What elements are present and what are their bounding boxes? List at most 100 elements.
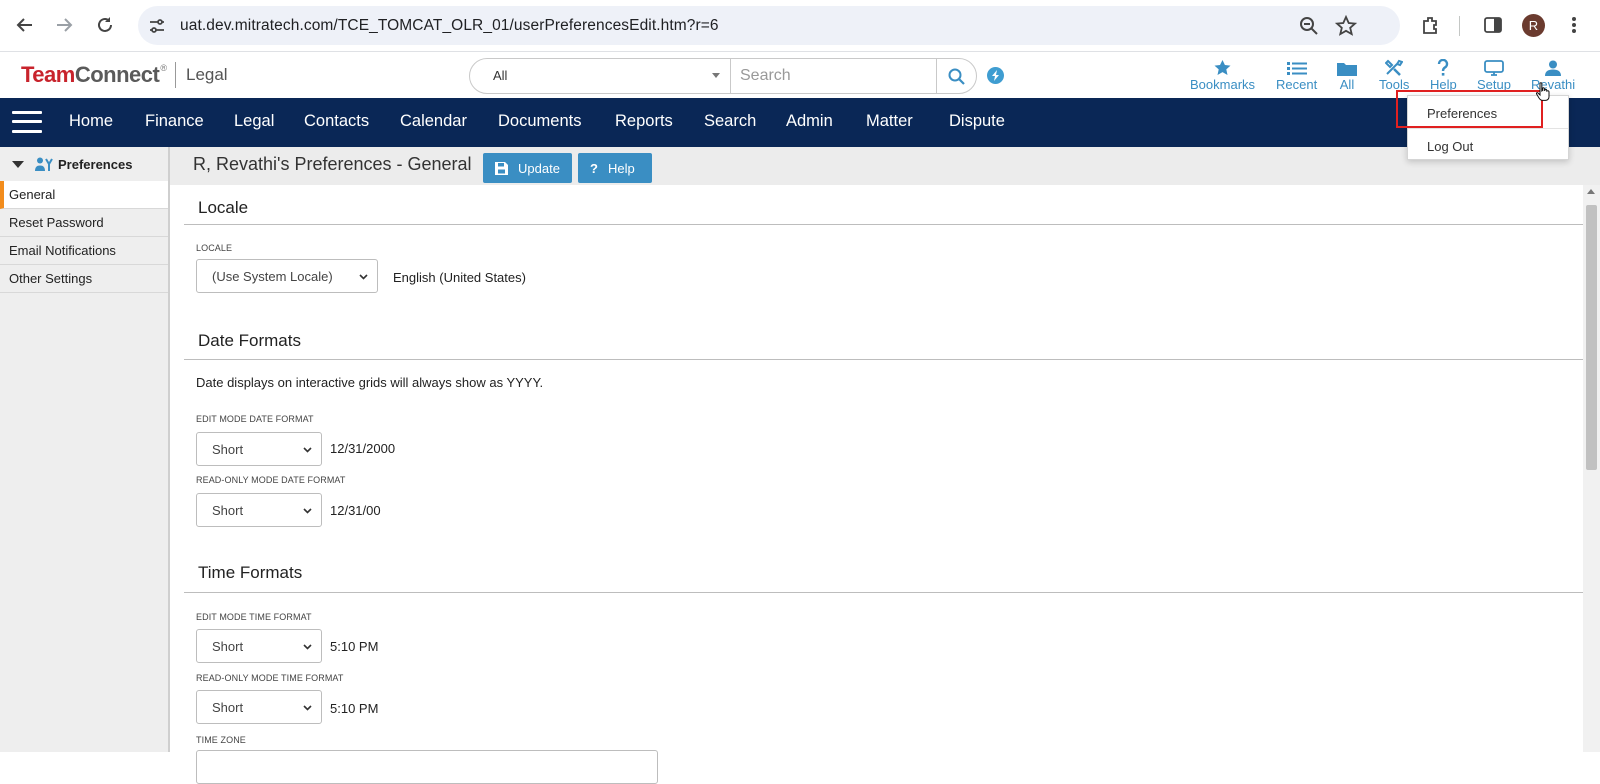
edit-date-format-value: Short xyxy=(212,442,244,457)
tools-icon xyxy=(1385,59,1404,76)
main-navbar: Home Finance Legal Contacts Calendar Doc… xyxy=(0,98,1600,147)
nav-finance[interactable]: Finance xyxy=(145,112,204,131)
tools-menu[interactable]: Tools xyxy=(1379,58,1409,92)
readonly-time-format-value: Short xyxy=(212,700,244,715)
recent-menu[interactable]: Recent xyxy=(1276,58,1317,92)
chevron-down-icon xyxy=(303,644,312,650)
locale-label: LOCALE xyxy=(196,243,233,253)
time-zone-select[interactable] xyxy=(196,750,658,784)
time-zone-label: TIME ZONE xyxy=(196,735,246,745)
edit-date-format-select[interactable]: Short xyxy=(196,432,322,466)
page-title-bar: R, Revathi's Preferences - General Updat… xyxy=(170,147,1600,185)
site-info-icon[interactable] xyxy=(147,16,167,36)
nav-contacts[interactable]: Contacts xyxy=(304,112,369,131)
highlight-box xyxy=(1396,90,1543,128)
logo-product-text: Legal xyxy=(185,65,228,84)
nav-calendar[interactable]: Calendar xyxy=(400,112,467,131)
forward-button[interactable] xyxy=(51,12,77,38)
nav-search[interactable]: Search xyxy=(704,112,756,131)
chevron-down-icon xyxy=(359,274,368,280)
bookmarks-menu[interactable]: Bookmarks xyxy=(1190,58,1255,92)
page-title: R, Revathi's Preferences - General xyxy=(193,154,472,174)
nav-reports[interactable]: Reports xyxy=(615,112,673,131)
arrow-left-icon xyxy=(16,18,32,32)
extensions-icon[interactable] xyxy=(1420,14,1442,36)
readonly-time-format-label: READ-ONLY MODE TIME FORMAT xyxy=(196,673,344,683)
scrollbar-thumb[interactable] xyxy=(1586,205,1597,470)
nav-matter[interactable]: Matter xyxy=(866,112,913,131)
help-menu[interactable]: Help xyxy=(1430,58,1457,92)
all-menu[interactable]: All xyxy=(1337,58,1357,92)
recent-label: Recent xyxy=(1276,77,1318,92)
sidebar-title: Preferences xyxy=(58,157,133,172)
profile-initial: R xyxy=(1528,18,1539,33)
preferences-sidebar: Preferences General Reset Password Email… xyxy=(0,147,170,752)
help-button[interactable]: ? Help xyxy=(578,153,652,183)
edit-time-example: 5:10 PM xyxy=(330,639,379,654)
sidebar-item-email-notifications[interactable]: Email Notifications xyxy=(0,237,168,265)
bolt-icon xyxy=(992,70,999,81)
quick-action-lightning-icon[interactable] xyxy=(987,67,1004,84)
search-scope-value: All xyxy=(493,68,508,83)
bookmarks-label: Bookmarks xyxy=(1190,77,1256,92)
url-text[interactable]: uat.dev.mitratech.com/TCE_TOMCAT_OLR_01/… xyxy=(180,17,719,35)
collapse-triangle-icon[interactable] xyxy=(12,161,24,168)
side-panel-icon[interactable] xyxy=(1482,14,1504,36)
time-section-title: Time Formats xyxy=(198,563,303,582)
nav-admin[interactable]: Admin xyxy=(786,112,833,131)
menu-item-log-out[interactable]: Log Out xyxy=(1408,128,1568,160)
scroll-up-arrow-icon[interactable] xyxy=(1587,189,1595,194)
locale-section-title: Locale xyxy=(198,198,249,217)
sidebar-item-reset-password[interactable]: Reset Password xyxy=(0,209,168,237)
search-input[interactable] xyxy=(740,66,930,86)
sidebar-item-other-settings[interactable]: Other Settings xyxy=(0,265,168,293)
profile-avatar[interactable]: R xyxy=(1522,14,1545,37)
zoom-icon[interactable] xyxy=(1298,15,1320,37)
hand-cursor-icon xyxy=(1536,82,1550,101)
address-bar[interactable]: uat.dev.mitratech.com/TCE_TOMCAT_OLR_01/… xyxy=(138,6,1400,45)
date-note: Date displays on interactive grids will … xyxy=(196,375,544,390)
readonly-date-format-select[interactable]: Short xyxy=(196,493,322,527)
search-button[interactable] xyxy=(936,59,976,93)
magnifier-icon xyxy=(948,68,965,85)
list-icon xyxy=(1286,62,1307,75)
edit-time-format-select[interactable]: Short xyxy=(196,629,322,663)
nav-dispute[interactable]: Dispute xyxy=(949,112,1005,131)
edit-time-format-label: EDIT MODE TIME FORMAT xyxy=(196,612,312,622)
users-icon xyxy=(35,157,53,171)
edit-time-format-value: Short xyxy=(212,639,244,654)
bookmark-star-icon[interactable] xyxy=(1335,15,1357,37)
setup-menu[interactable]: Setup xyxy=(1477,58,1511,92)
folder-icon xyxy=(1337,63,1357,76)
logo-divider xyxy=(174,62,176,88)
logo-connect-text: Connect xyxy=(74,62,160,87)
date-section-title: Date Formats xyxy=(198,331,301,350)
toolbar-divider xyxy=(1459,16,1460,36)
help-button-label: Help xyxy=(607,160,635,176)
chevron-down-icon xyxy=(303,705,312,711)
nav-documents[interactable]: Documents xyxy=(498,112,581,131)
star-icon xyxy=(1214,60,1231,75)
readonly-time-example: 5:10 PM xyxy=(330,701,379,716)
page-scrollbar[interactable] xyxy=(1583,185,1600,752)
nav-legal[interactable]: Legal xyxy=(234,112,274,131)
locale-select[interactable]: (Use System Locale) xyxy=(196,259,378,293)
readonly-time-format-select[interactable]: Short xyxy=(196,690,322,724)
reload-button[interactable] xyxy=(92,12,118,38)
sidebar-header[interactable]: Preferences xyxy=(0,147,170,181)
chevron-down-icon xyxy=(303,508,312,514)
hamburger-menu-icon[interactable] xyxy=(12,109,42,135)
readonly-date-format-label: READ-ONLY MODE DATE FORMAT xyxy=(196,475,346,485)
nav-home[interactable]: Home xyxy=(69,112,113,131)
teamconnect-logo[interactable]: Team Connect ® Legal xyxy=(21,62,228,88)
section-divider xyxy=(184,224,1586,225)
edit-date-example: 12/31/2000 xyxy=(330,441,396,456)
search-scope-select[interactable]: All xyxy=(470,59,731,93)
chevron-down-icon xyxy=(303,447,312,453)
update-button[interactable]: Update xyxy=(483,153,572,183)
update-label: Update xyxy=(518,160,560,176)
sidebar-item-general[interactable]: General xyxy=(0,181,168,209)
more-menu-icon[interactable] xyxy=(1568,14,1580,36)
monitor-icon xyxy=(1484,60,1504,76)
back-button[interactable] xyxy=(12,12,38,38)
